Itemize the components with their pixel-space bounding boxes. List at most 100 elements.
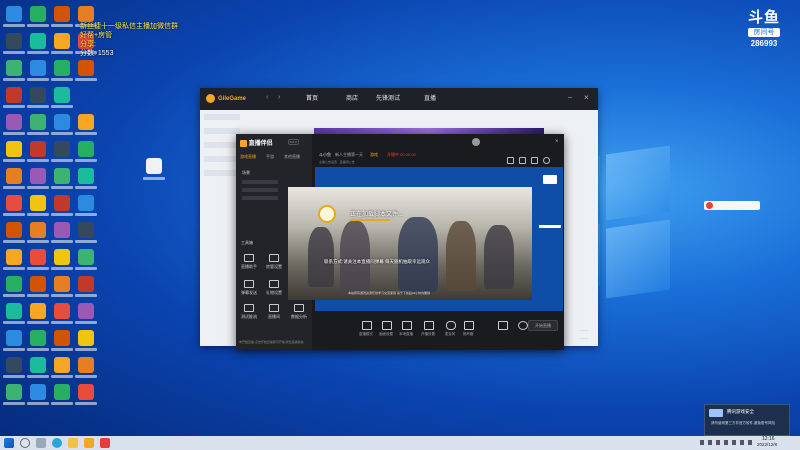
desktop-shortcut-icon[interactable]	[6, 330, 22, 346]
desktop-shortcut-icon[interactable]	[30, 330, 46, 346]
speaker-icon[interactable]	[464, 321, 474, 330]
desktop-shortcut-icon[interactable]	[30, 168, 46, 184]
desktop-shortcut-icon[interactable]	[54, 87, 70, 103]
desktop-shortcut-icon[interactable]	[30, 6, 46, 22]
tool-room[interactable]: 直播间	[263, 304, 285, 320]
share-icon[interactable]	[543, 157, 550, 164]
desktop-shortcut-icon[interactable]	[6, 249, 22, 265]
desktop-shortcut-icon[interactable]	[6, 276, 22, 292]
back-icon[interactable]: ‹	[266, 94, 268, 101]
tool-admin[interactable]: 房管设置	[263, 254, 285, 270]
task-view-icon[interactable]	[36, 438, 46, 448]
desktop-shortcut-icon[interactable]	[6, 384, 22, 400]
desktop-shortcut-icon[interactable]	[54, 141, 70, 157]
desktop-shortcut-icon[interactable]	[54, 276, 70, 292]
desktop-shortcut-icon[interactable]	[78, 195, 94, 211]
desktop-shortcut-icon[interactable]	[78, 384, 94, 400]
desktop-shortcut-icon[interactable]	[6, 303, 22, 319]
local-icon[interactable]	[402, 321, 412, 330]
desktop-shortcut-icon[interactable]	[54, 33, 70, 49]
desktop-shortcut-icon[interactable]	[30, 222, 46, 238]
notification-icon[interactable]	[507, 157, 514, 164]
desktop-shortcut-icon[interactable]	[6, 195, 22, 211]
input-method-bar[interactable]	[704, 201, 760, 210]
desktop-shortcut-icon[interactable]	[30, 303, 46, 319]
desktop-shortcut-icon[interactable]	[6, 168, 22, 184]
tab-game-live[interactable]: 游戏直播	[240, 154, 256, 160]
desktop-shortcut-icon[interactable]	[78, 249, 94, 265]
desktop-shortcut-icon[interactable]	[78, 114, 94, 130]
desktop-shortcut-icon[interactable]	[54, 60, 70, 76]
start-live-button[interactable]: 开始直播	[528, 320, 558, 331]
tab-mobile-live[interactable]: 手游	[266, 154, 274, 160]
tab-store[interactable]: 商店	[346, 94, 358, 104]
home-icon[interactable]	[531, 157, 538, 164]
desktop-shortcut-icon[interactable]	[78, 222, 94, 238]
desktop-shortcut-icon[interactable]	[30, 33, 46, 49]
tab-home[interactable]: 首页	[306, 94, 318, 104]
minimize-icon[interactable]: –	[568, 94, 572, 101]
desktop-shortcut-icon[interactable]	[6, 60, 22, 76]
desktop-shortcut-icon[interactable]	[30, 384, 46, 400]
desktop-shortcut-icon[interactable]	[54, 114, 70, 130]
desktop-shortcut-icon[interactable]	[78, 303, 94, 319]
desktop-shortcut-icon[interactable]	[30, 114, 46, 130]
security-notification[interactable]: 腾讯游戏安全 请勿使用第三方非官方软件,避免账号风险	[704, 404, 790, 436]
desktop-shortcut-icon[interactable]	[30, 60, 46, 76]
clock-date[interactable]: 2022/12/8	[757, 442, 777, 447]
explorer-icon[interactable]	[68, 438, 78, 448]
desktop-shortcut-icon[interactable]	[30, 141, 46, 157]
gift-icon[interactable]	[519, 157, 526, 164]
close-icon[interactable]: ×	[555, 139, 559, 145]
desktop-shortcut-icon[interactable]	[78, 168, 94, 184]
tab-live[interactable]: 直播	[424, 94, 436, 104]
menu-icon[interactable]	[580, 330, 588, 339]
desktop-shortcut-icon[interactable]	[6, 33, 22, 49]
tab-other-live[interactable]: 其他直播	[284, 154, 300, 160]
desktop-shortcut-icon[interactable]	[6, 114, 22, 130]
stream-taskbar-icon[interactable]	[100, 438, 110, 448]
mode-icon[interactable]	[362, 321, 372, 330]
desktop-shortcut-icon[interactable]	[6, 357, 22, 373]
desktop-shortcut-icon[interactable]	[30, 249, 46, 265]
desktop-file-icon[interactable]	[146, 158, 162, 174]
forward-icon[interactable]: ›	[278, 94, 280, 101]
desktop-shortcut-icon[interactable]	[78, 141, 94, 157]
desktop-shortcut-icon[interactable]	[54, 357, 70, 373]
desktop-shortcut-icon[interactable]	[54, 249, 70, 265]
edge-icon[interactable]	[52, 438, 62, 448]
picture-icon[interactable]	[382, 321, 392, 330]
desktop-shortcut-icon[interactable]	[78, 276, 94, 292]
desktop-shortcut-icon[interactable]	[78, 330, 94, 346]
tab-test[interactable]: 先锋测试	[376, 94, 400, 104]
desktop-shortcut-icon[interactable]	[78, 6, 94, 22]
tool-data[interactable]: 数据分析	[288, 304, 310, 320]
start-icon[interactable]	[4, 438, 14, 448]
tool-gift[interactable]: 礼物设置	[263, 280, 285, 296]
tool-test-push[interactable]: 测试推流	[238, 304, 260, 320]
avatar[interactable]	[472, 138, 480, 146]
desktop-shortcut-icon[interactable]	[54, 384, 70, 400]
tool-danmaku[interactable]: 弹幕发送	[238, 280, 260, 296]
record-icon[interactable]	[498, 321, 508, 330]
desktop-shortcut-icon[interactable]	[78, 60, 94, 76]
search-icon[interactable]	[20, 438, 30, 448]
desktop-shortcut-icon[interactable]	[30, 276, 46, 292]
stream-app-window[interactable]: 直播伴侣 5.0.0 游戏直播 手游 其他直播 场景 工具箱 直播助手 房管设置…	[236, 134, 588, 350]
desktop-shortcut-icon[interactable]	[54, 6, 70, 22]
desktop-shortcut-icon[interactable]	[30, 87, 46, 103]
desktop-shortcut-icon[interactable]	[54, 303, 70, 319]
desktop-shortcut-icon[interactable]	[6, 141, 22, 157]
gamebox-taskbar-icon[interactable]	[84, 438, 94, 448]
settings-icon[interactable]	[424, 321, 434, 330]
tool-assistant[interactable]: 直播助手	[238, 254, 260, 270]
desktop-shortcut-icon[interactable]	[6, 222, 22, 238]
desktop-shortcut-icon[interactable]	[54, 168, 70, 184]
desktop-shortcut-icon[interactable]	[6, 6, 22, 22]
gear-icon[interactable]	[518, 321, 528, 330]
desktop-shortcut-icon[interactable]	[30, 195, 46, 211]
desktop-shortcut-icon[interactable]	[54, 195, 70, 211]
desktop-shortcut-icon[interactable]	[54, 222, 70, 238]
microphone-icon[interactable]	[446, 321, 456, 330]
desktop-shortcut-icon[interactable]	[78, 357, 94, 373]
